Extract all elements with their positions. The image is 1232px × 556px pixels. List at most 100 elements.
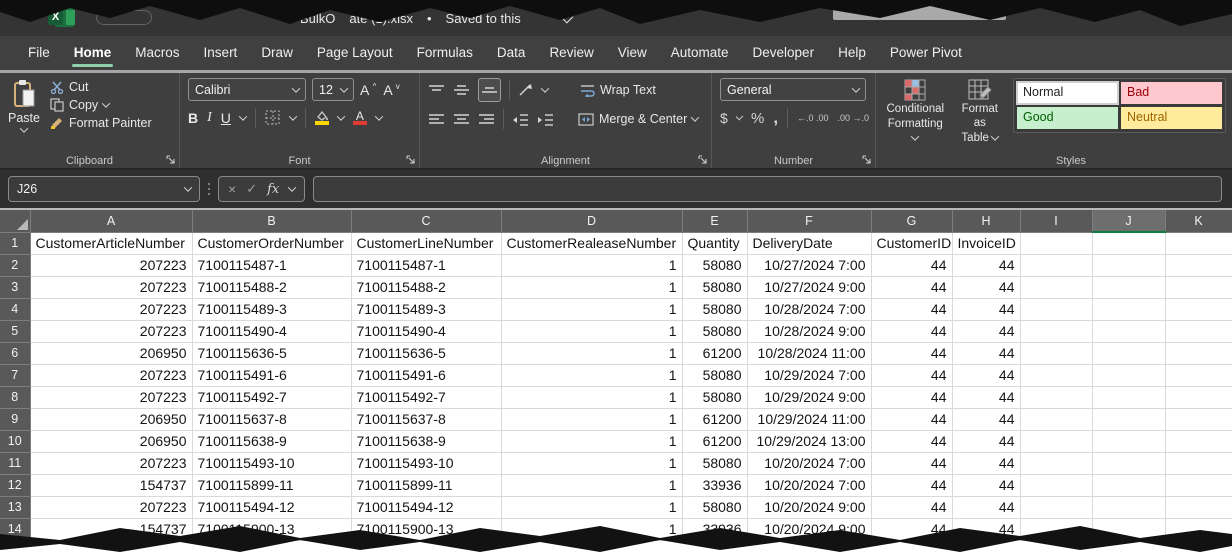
italic-button[interactable]: I [207, 110, 212, 126]
row-header-13[interactable]: 13 [0, 496, 30, 518]
row-header-2[interactable]: 2 [0, 254, 30, 276]
cell-D2[interactable]: 1 [501, 254, 682, 276]
align-left-button[interactable] [428, 113, 445, 126]
cell-A3[interactable]: 207223 [30, 276, 192, 298]
cell-G3[interactable]: 44 [871, 276, 952, 298]
cell-F3[interactable]: 10/27/2024 9:00 [747, 276, 871, 298]
autosave-toggle[interactable] [96, 10, 152, 25]
cell-J4[interactable] [1092, 298, 1165, 320]
cell-K4[interactable] [1165, 298, 1232, 320]
cell-I10[interactable] [1020, 430, 1092, 452]
cell-G9[interactable]: 44 [871, 408, 952, 430]
cell-K8[interactable] [1165, 386, 1232, 408]
cell-H9[interactable]: 44 [952, 408, 1020, 430]
align-center-button[interactable] [453, 113, 470, 126]
increase-indent-button[interactable] [537, 113, 554, 126]
number-format-select[interactable]: General [720, 78, 866, 101]
cell-E10[interactable]: 61200 [682, 430, 747, 452]
format-painter-button[interactable]: Format Painter [50, 116, 152, 130]
tab-insert[interactable]: Insert [192, 36, 250, 70]
row-header-9[interactable]: 9 [0, 408, 30, 430]
cell-J1[interactable] [1092, 232, 1165, 254]
tab-page-layout[interactable]: Page Layout [305, 36, 405, 70]
chevron-down-icon[interactable] [735, 113, 743, 121]
cell-H11[interactable]: 44 [952, 452, 1020, 474]
cell-I11[interactable] [1020, 452, 1092, 474]
cell-J14[interactable] [1092, 518, 1165, 540]
cell-E7[interactable]: 58080 [682, 364, 747, 386]
cell-A8[interactable]: 207223 [30, 386, 192, 408]
tab-formulas[interactable]: Formulas [405, 36, 485, 70]
cell-F4[interactable]: 10/28/2024 7:00 [747, 298, 871, 320]
row-header-12[interactable]: 12 [0, 474, 30, 496]
cell-J10[interactable] [1092, 430, 1165, 452]
cell-F8[interactable]: 10/29/2024 9:00 [747, 386, 871, 408]
cell-G6[interactable]: 44 [871, 342, 952, 364]
cell-E14[interactable]: 33936 [682, 518, 747, 540]
orientation-button[interactable] [518, 83, 534, 97]
tab-home[interactable]: Home [62, 36, 124, 70]
cell-A10[interactable]: 206950 [30, 430, 192, 452]
cell-H13[interactable]: 44 [952, 496, 1020, 518]
row-header-3[interactable]: 3 [0, 276, 30, 298]
decrease-indent-button[interactable] [512, 113, 529, 126]
decrease-font-size-button[interactable]: Av [383, 82, 392, 98]
cell-D12[interactable]: 1 [501, 474, 682, 496]
cell-C9[interactable]: 7100115637-8 [351, 408, 501, 430]
cell-C11[interactable]: 7100115493-10 [351, 452, 501, 474]
cell-G11[interactable]: 44 [871, 452, 952, 474]
tab-review[interactable]: Review [537, 36, 605, 70]
cell-F14[interactable]: 10/20/2024 9:00 [747, 518, 871, 540]
cell-H8[interactable]: 44 [952, 386, 1020, 408]
cell-A12[interactable]: 154737 [30, 474, 192, 496]
cell-F1[interactable]: DeliveryDate [747, 232, 871, 254]
cell-D1[interactable]: CustomerRealeaseNumber [501, 232, 682, 254]
cell-A11[interactable]: 207223 [30, 452, 192, 474]
increase-font-size-button[interactable]: A^ [360, 82, 369, 98]
wrap-text-button[interactable]: Wrap Text [580, 83, 656, 97]
cell-D5[interactable]: 1 [501, 320, 682, 342]
cell-style-good[interactable]: Good [1017, 107, 1118, 129]
column-header-G[interactable]: G [871, 210, 952, 232]
align-right-button[interactable] [478, 113, 495, 126]
cell-A4[interactable]: 207223 [30, 298, 192, 320]
cell-C3[interactable]: 7100115488-2 [351, 276, 501, 298]
cell-I5[interactable] [1020, 320, 1092, 342]
cell-K5[interactable] [1165, 320, 1232, 342]
cell-H5[interactable]: 44 [952, 320, 1020, 342]
number-dialog-launcher[interactable] [862, 155, 872, 165]
cell-style-bad[interactable]: Bad [1121, 82, 1222, 104]
cell-I6[interactable] [1020, 342, 1092, 364]
chevron-down-icon[interactable] [289, 112, 297, 120]
cell-A7[interactable]: 207223 [30, 364, 192, 386]
cell-H7[interactable]: 44 [952, 364, 1020, 386]
cell-H4[interactable]: 44 [952, 298, 1020, 320]
cell-E1[interactable]: Quantity [682, 232, 747, 254]
clipboard-dialog-launcher[interactable] [166, 155, 176, 165]
cell-J9[interactable] [1092, 408, 1165, 430]
chevron-down-icon[interactable] [239, 112, 247, 120]
cell-C10[interactable]: 7100115638-9 [351, 430, 501, 452]
cell-I2[interactable] [1020, 254, 1092, 276]
cell-style-neutral[interactable]: Neutral [1121, 107, 1222, 129]
row-header-11[interactable]: 11 [0, 452, 30, 474]
cell-K9[interactable] [1165, 408, 1232, 430]
cell-E5[interactable]: 58080 [682, 320, 747, 342]
cell-I12[interactable] [1020, 474, 1092, 496]
cell-K11[interactable] [1165, 452, 1232, 474]
cell-E13[interactable]: 58080 [682, 496, 747, 518]
cell-B6[interactable]: 7100115636-5 [192, 342, 351, 364]
cell-C5[interactable]: 7100115490-4 [351, 320, 501, 342]
cell-H10[interactable]: 44 [952, 430, 1020, 452]
cell-style-normal[interactable]: Normal [1017, 82, 1118, 104]
cell-G7[interactable]: 44 [871, 364, 952, 386]
cell-H2[interactable]: 44 [952, 254, 1020, 276]
cell-D6[interactable]: 1 [501, 342, 682, 364]
row-header-10[interactable]: 10 [0, 430, 30, 452]
cell-K13[interactable] [1165, 496, 1232, 518]
cell-C6[interactable]: 7100115636-5 [351, 342, 501, 364]
cell-F7[interactable]: 10/29/2024 7:00 [747, 364, 871, 386]
top-align-button[interactable] [428, 84, 445, 97]
tab-data[interactable]: Data [485, 36, 538, 70]
cell-D9[interactable]: 1 [501, 408, 682, 430]
